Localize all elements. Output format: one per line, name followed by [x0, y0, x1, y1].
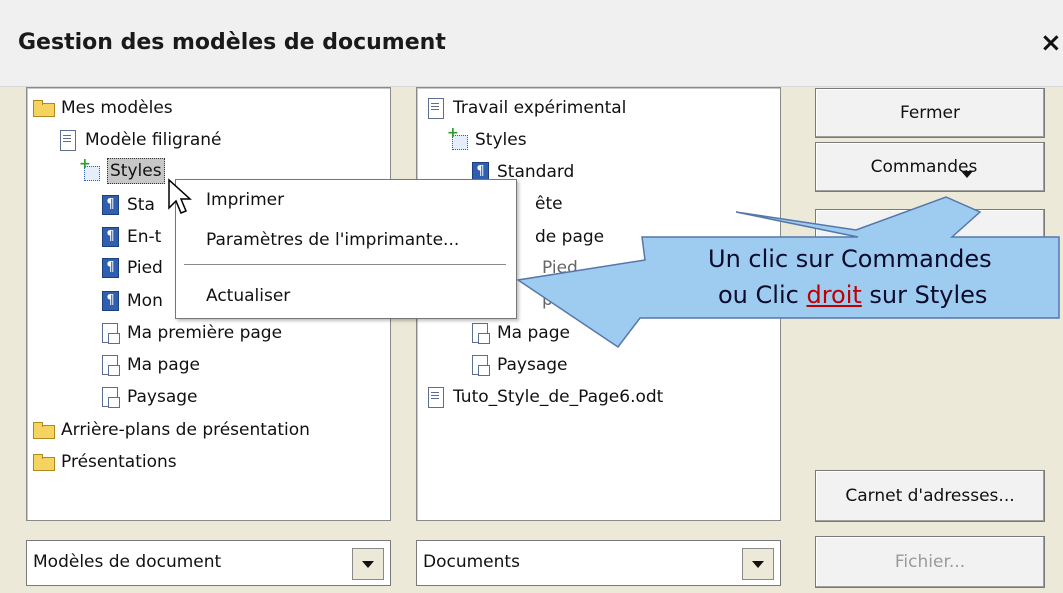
page-style-icon	[99, 354, 121, 376]
tree-item-styles-selected[interactable]: Styles	[79, 156, 165, 184]
tree-item-label: Ma première page	[127, 323, 283, 343]
tree-item-mon[interactable]: Mon	[99, 289, 163, 313]
page-style-icon	[99, 386, 121, 408]
menu-item-imprimer[interactable]: Imprimer	[206, 190, 284, 210]
tree-item-paysage[interactable]: Paysage	[469, 353, 568, 377]
tree-item-label: Sta	[127, 195, 155, 215]
close-button[interactable]: Fermer	[815, 88, 1045, 138]
select-value: Documents	[423, 552, 520, 572]
chevron-down-icon	[961, 171, 974, 198]
tree-item-premiere-page[interactable]: première page	[542, 288, 667, 312]
paragraph-style-icon	[99, 226, 121, 248]
tree-item-en-tete[interactable]: En-t	[99, 225, 161, 249]
tree-item-ma-page[interactable]: Ma page	[99, 353, 200, 377]
tree-item-label: Ma page	[497, 323, 570, 343]
folder-open-icon	[33, 97, 55, 119]
select-value: Modèles de document	[33, 552, 222, 572]
tree-item-en-tete[interactable]: ête	[535, 192, 563, 216]
callout-line-2-prefix: ou Clic	[718, 281, 807, 309]
document-icon	[425, 386, 447, 408]
tree-item-label: première page	[542, 290, 667, 310]
tree-item-tuto-style[interactable]: Tuto_Style_de_Page6.odt	[425, 385, 663, 409]
tree-item-standard[interactable]: Sta	[99, 193, 155, 217]
tree-item-arriere-plans[interactable]: Arrière-plans de présentation	[33, 418, 310, 442]
tree-item-label: Mon	[127, 291, 163, 311]
tree-item-presentations[interactable]: Présentations	[33, 450, 177, 474]
address-book-button-label: Carnet d'adresses...	[845, 486, 1015, 506]
tree-item-label: Présentations	[61, 452, 177, 472]
menu-separator	[184, 264, 506, 265]
folder-icon	[33, 451, 55, 473]
tree-item-label: Pied	[127, 258, 163, 278]
tree-item-label: Modèle filigrané	[85, 130, 222, 150]
dialog-title: Gestion des modèles de document	[18, 30, 446, 55]
tree-item-label: de page	[535, 227, 605, 247]
tree-item-mes-modeles[interactable]: Mes modèles	[33, 96, 173, 120]
callout-emphasis: droit	[806, 281, 862, 309]
callout-line-1: Un clic sur Commandes	[708, 245, 992, 273]
tree-item-label: Ma page	[127, 355, 200, 375]
tree-item-label: Travail expérimental	[453, 98, 627, 118]
tree-item-pied[interactable]: Pied	[542, 256, 578, 280]
templates-category-select[interactable]: Modèles de document	[26, 540, 391, 586]
tree-item-label: Arrière-plans de présentation	[61, 420, 310, 440]
tree-item-paysage[interactable]: Paysage	[99, 385, 198, 409]
document-icon	[57, 129, 79, 151]
callout-line-2: ou Clic droit sur Styles	[718, 281, 987, 309]
paragraph-style-icon	[99, 257, 121, 279]
tree-item-label: Pied	[542, 258, 578, 278]
dropdown-arrow-icon[interactable]	[352, 548, 384, 580]
tree-item-pied-de-page[interactable]: Pied	[99, 256, 163, 280]
commands-button[interactable]: Commandes	[815, 142, 1045, 198]
menu-item-printer-settings[interactable]: Paramètres de l'imprimante...	[206, 230, 459, 250]
callout-line-2-suffix: sur Styles	[861, 281, 988, 309]
paragraph-style-icon	[99, 194, 121, 216]
tree-item-label: Styles	[475, 130, 527, 150]
tree-item-label: Tuto_Style_de_Page6.odt	[453, 387, 664, 407]
menu-item-actualiser[interactable]: Actualiser	[206, 286, 290, 306]
context-menu: Imprimer Paramètres de l'imprimante... A…	[175, 179, 517, 319]
tree-item-modele-filigrane[interactable]: Modèle filigrané	[57, 128, 222, 152]
folder-icon	[33, 419, 55, 441]
tree-item-label: Styles	[107, 158, 165, 184]
file-button[interactable]: Fichier...	[815, 536, 1045, 588]
documents-category-select[interactable]: Documents	[416, 540, 781, 586]
close-icon[interactable]: ×	[1040, 28, 1062, 58]
tree-item-label: ête	[535, 194, 563, 214]
template-management-dialog: Gestion des modèles de document × Mes mo…	[0, 0, 1063, 593]
styles-icon	[447, 125, 469, 151]
tree-item-pied-de-page[interactable]: de page	[535, 225, 604, 249]
tree-item-label: Mes modèles	[61, 98, 173, 118]
tree-item-label: Paysage	[127, 387, 198, 407]
close-button-label: Fermer	[899, 103, 960, 123]
address-book-button[interactable]: Carnet d'adresses...	[815, 470, 1045, 522]
mouse-pointer-icon	[168, 178, 192, 214]
tree-item-styles[interactable]: Styles	[447, 125, 527, 152]
page-style-icon	[469, 354, 491, 376]
tree-item-ma-premiere-page[interactable]: Ma première page	[99, 321, 282, 345]
tree-item-travail-experimental[interactable]: Travail expérimental	[425, 96, 626, 120]
styles-icon	[79, 156, 101, 182]
document-icon	[425, 97, 447, 119]
page-style-icon	[469, 322, 491, 344]
paragraph-style-icon	[99, 290, 121, 312]
tree-item-label: En-t	[127, 227, 162, 247]
tree-item-label: Paysage	[497, 355, 568, 375]
file-button-label: Fichier...	[894, 552, 966, 572]
page-style-icon	[99, 322, 121, 344]
title-bar: Gestion des modèles de document ×	[0, 0, 1063, 87]
dropdown-arrow-icon[interactable]	[742, 548, 774, 580]
tree-item-ma-page[interactable]: Ma page	[469, 321, 570, 345]
